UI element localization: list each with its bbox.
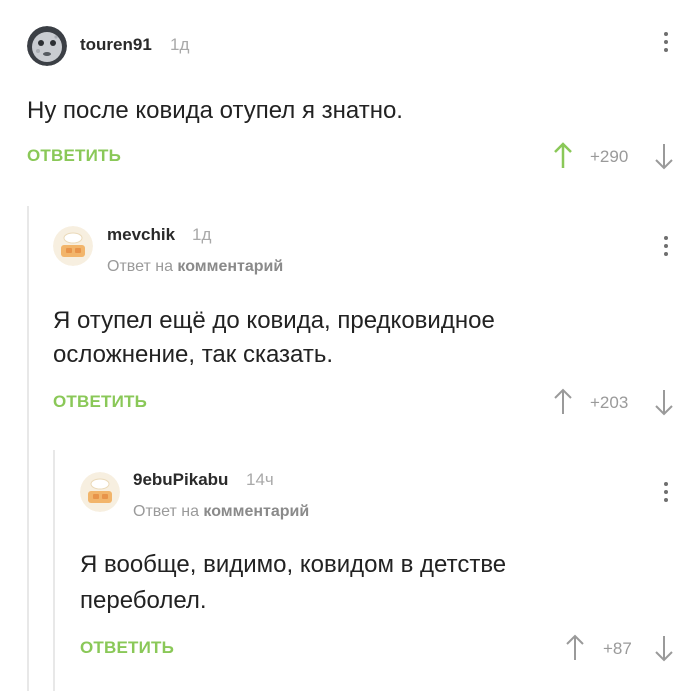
arrow-down-icon[interactable] — [654, 634, 674, 662]
avatar[interactable] — [80, 472, 120, 512]
arrow-up-icon[interactable] — [553, 142, 573, 170]
rating-count: +203 — [590, 393, 629, 412]
reply-to-link[interactable]: Ответ на комментарий — [133, 503, 309, 521]
reply-to-target[interactable]: комментарий — [177, 258, 283, 275]
comment-text-line-2: осложнение, так сказать. — [53, 341, 334, 368]
reply-button[interactable]: ОТВЕТИТЬ — [53, 392, 147, 412]
avatar[interactable] — [53, 226, 93, 266]
reply-to-prefix: Ответ на — [107, 258, 173, 275]
comment-text-line-1: Я отупел ещё до ковида, предковидное — [53, 307, 495, 334]
more-vertical-icon[interactable] — [662, 236, 670, 260]
comment-text-line-1: Я вообще, видимо, ковидом в детстве — [80, 551, 507, 578]
thread-line-level-2 — [53, 450, 55, 691]
arrow-up-icon[interactable] — [565, 634, 585, 662]
comment-time: 14ч — [246, 470, 274, 489]
reply-button[interactable]: ОТВЕТИТЬ — [27, 146, 121, 166]
comment-text: Ну после ковида отупел я знатно. — [27, 97, 403, 124]
arrow-down-icon[interactable] — [654, 142, 674, 170]
username[interactable]: mevchik — [107, 225, 175, 245]
arrow-up-icon[interactable] — [553, 388, 573, 416]
more-vertical-icon[interactable] — [662, 32, 670, 56]
avatar[interactable] — [27, 26, 67, 66]
default-avatar-icon — [53, 226, 93, 266]
arrow-down-icon[interactable] — [654, 388, 674, 416]
comment-text-line-2: переболел. — [80, 587, 207, 614]
rating-count: +87 — [603, 639, 632, 658]
comment-time: 1д — [192, 225, 212, 244]
reply-to-prefix: Ответ на — [133, 503, 199, 520]
comment-time: 1д — [170, 35, 190, 54]
default-avatar-icon — [80, 472, 120, 512]
moon-face-avatar-icon — [27, 26, 67, 66]
reply-to-link[interactable]: Ответ на комментарий — [107, 258, 283, 276]
username[interactable]: touren91 — [80, 35, 152, 55]
more-vertical-icon[interactable] — [662, 482, 670, 506]
reply-button[interactable]: ОТВЕТИТЬ — [80, 638, 174, 658]
reply-to-target[interactable]: комментарий — [203, 503, 309, 520]
rating-count: +290 — [590, 147, 629, 166]
username[interactable]: 9ebuPikabu — [133, 470, 228, 490]
thread-line-level-1 — [27, 206, 29, 691]
